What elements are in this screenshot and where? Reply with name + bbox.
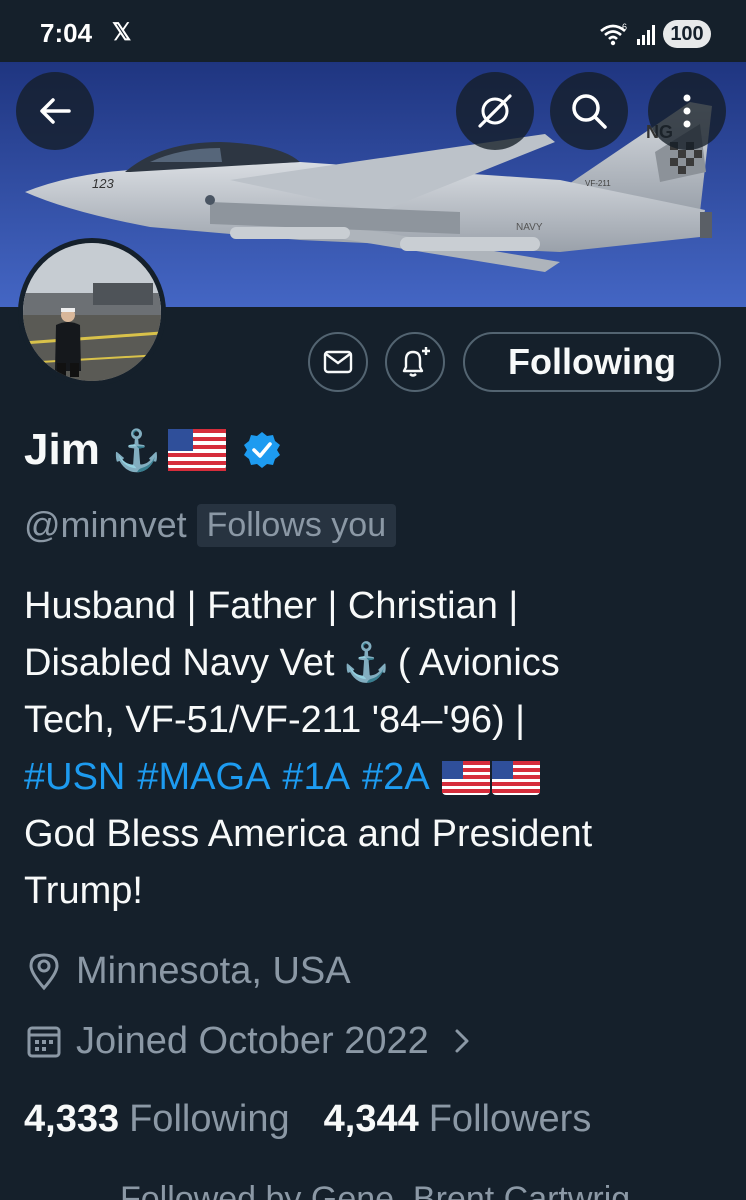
jet-marking-squadron: VF-211: [585, 179, 611, 188]
bell-plus-icon: [402, 347, 430, 377]
follows-you-badge: Follows you: [196, 503, 397, 547]
hashtag-link[interactable]: #USN: [24, 749, 125, 806]
us-flag-icon: [491, 760, 540, 795]
jet-marking-modex: 123: [92, 176, 114, 191]
more-options-button[interactable]: [648, 72, 726, 150]
status-bar: 7:04 𝕏 6 100: [0, 0, 746, 62]
signal-icon: [636, 22, 658, 51]
anchor-emoji: ⚓: [342, 642, 390, 684]
message-button[interactable]: [308, 332, 368, 392]
bio-line: God Bless America and President: [24, 813, 593, 855]
bio-line: Trump!: [24, 870, 143, 912]
calendar-icon: [27, 1026, 61, 1058]
profile-name-row: Jim ⚓: [24, 420, 282, 480]
follow-stats: 4,333 Following 4,344 Followers: [24, 1092, 591, 1146]
mail-icon: [323, 350, 353, 374]
grok-button[interactable]: [456, 72, 534, 150]
location-row: Minnesota, USA: [26, 946, 351, 996]
following-stat[interactable]: 4,333 Following: [24, 1098, 290, 1141]
bio-text: Disabled Navy Vet: [24, 642, 335, 684]
followers-label: Followers: [428, 1097, 592, 1140]
status-time: 7:04: [40, 18, 93, 48]
joined-text: Joined October 2022: [76, 1019, 429, 1062]
location-text: Minnesota, USA: [76, 949, 351, 992]
anchor-emoji: ⚓: [111, 428, 162, 473]
display-name: Jim: [24, 425, 100, 474]
location-pin-icon: [29, 953, 59, 991]
back-button[interactable]: [16, 72, 94, 150]
followed-by-text[interactable]: Followed by Gene, Brent Cartwrig...: [120, 1180, 659, 1200]
search-button[interactable]: [550, 72, 628, 150]
following-count: 4,333: [24, 1097, 120, 1140]
wifi-icon: 6: [598, 22, 628, 51]
bio-line: Tech, VF-51/VF-211 '84–'96) |: [24, 699, 526, 741]
hashtag-link[interactable]: #1A: [282, 749, 350, 806]
x-app-icon: 𝕏: [112, 19, 132, 46]
notifications-button[interactable]: [385, 332, 445, 392]
profile-bio: Husband | Father | Christian | Disabled …: [24, 578, 724, 920]
battery-indicator: 100: [663, 20, 711, 48]
hashtag-link[interactable]: #MAGA: [137, 749, 270, 806]
bio-line: Husband | Father | Christian |: [24, 585, 519, 627]
us-flag-icon: [441, 760, 490, 795]
jet-marking-navy: NAVY: [516, 222, 543, 233]
verified-badge-icon[interactable]: [242, 430, 282, 470]
profile-handle: @minnvet: [24, 504, 187, 545]
search-icon: [572, 94, 607, 129]
chevron-right-icon: [455, 1029, 469, 1053]
avatar[interactable]: [18, 238, 166, 386]
back-arrow-icon: [40, 98, 71, 124]
us-flag-icon: [167, 429, 226, 471]
grok-icon: [478, 94, 512, 128]
following-button[interactable]: Following: [463, 332, 721, 392]
following-label: Following: [129, 1097, 290, 1140]
handle-row: @minnvet Follows you: [24, 500, 397, 550]
hashtag-link[interactable]: #2A: [362, 749, 430, 806]
bio-text: ( Avionics: [397, 642, 560, 684]
bio-hashtag-line: #USN #MAGA #1A #2A: [24, 749, 724, 806]
avatar-photo: [23, 243, 161, 381]
more-vertical-icon: [683, 94, 691, 128]
bio-line: Disabled Navy Vet ⚓ ( Avionics: [24, 635, 724, 692]
joined-row[interactable]: Joined October 2022: [26, 1016, 491, 1066]
svg-text:6: 6: [622, 22, 627, 32]
followers-count: 4,344: [323, 1097, 419, 1140]
followers-stat[interactable]: 4,344 Followers: [324, 1098, 592, 1141]
